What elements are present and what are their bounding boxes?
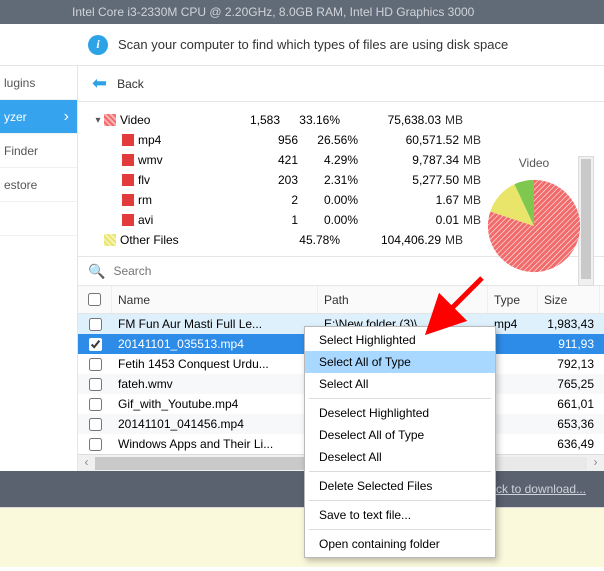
download-link[interactable]: ick to download...	[493, 482, 586, 496]
footer-bar: ick to download...	[0, 471, 604, 507]
row-checkbox[interactable]	[89, 358, 102, 371]
context-menu-item[interactable]: Deselect All of Type	[305, 424, 495, 446]
cell-name: 20141101_035513.mp4	[112, 337, 318, 351]
tree-row[interactable]: ▾Video1,58333.16%75,638.03MB	[78, 110, 604, 130]
info-bar: i Scan your computer to find which types…	[0, 24, 604, 66]
system-info: Intel Core i3-2330M CPU @ 2.20GHz, 8.0GB…	[72, 5, 474, 19]
sidebar-item[interactable]	[0, 202, 77, 236]
context-menu-item[interactable]: Save to text file...	[305, 504, 495, 526]
context-menu-separator	[309, 529, 491, 530]
cell-size: 792,13	[538, 357, 600, 371]
context-menu-item[interactable]: Select All	[305, 373, 495, 395]
row-checkbox[interactable]	[89, 318, 102, 331]
context-menu-item[interactable]: Select Highlighted	[305, 329, 495, 351]
search-icon: 🔍	[88, 263, 105, 280]
tree-row[interactable]: mp495626.56%60,571.52MB	[78, 130, 604, 150]
row-checkbox[interactable]	[89, 398, 102, 411]
context-menu-item[interactable]: Delete Selected Files	[305, 475, 495, 497]
back-arrow-icon[interactable]: ⬅	[92, 73, 107, 94]
cell-name: fateh.wmv	[112, 377, 318, 391]
info-text: Scan your computer to find which types o…	[118, 37, 508, 52]
info-icon: i	[88, 35, 108, 55]
sidebar-item[interactable]: Finder	[0, 134, 77, 168]
cell-name: Fetih 1453 Conquest Urdu...	[112, 357, 318, 371]
cell-size: 1,983,43	[538, 317, 600, 331]
header-name[interactable]: Name	[112, 286, 318, 313]
header-size[interactable]: Size	[538, 286, 600, 313]
color-swatch	[122, 194, 134, 206]
cell-name: FM Fun Aur Masti Full Le...	[112, 317, 318, 331]
sidebar-item[interactable]: estore	[0, 168, 77, 202]
title-bar: Intel Core i3-2330M CPU @ 2.20GHz, 8.0GB…	[0, 0, 604, 24]
context-menu: Select HighlightedSelect All of TypeSele…	[304, 326, 496, 558]
row-checkbox[interactable]	[89, 438, 102, 451]
row-checkbox[interactable]	[89, 378, 102, 391]
color-swatch	[122, 174, 134, 186]
sidebar-item[interactable]: lugins	[0, 66, 77, 100]
context-menu-item[interactable]: Deselect Highlighted	[305, 402, 495, 424]
color-swatch	[122, 214, 134, 226]
pie-chart-panel: Video	[474, 156, 594, 277]
header-checkbox[interactable]	[78, 286, 112, 313]
context-menu-separator	[309, 500, 491, 501]
pie-chart	[486, 178, 582, 274]
cell-size: 653,36	[538, 417, 600, 431]
cell-name: Gif_with_Youtube.mp4	[112, 397, 318, 411]
cell-size: 636,49	[538, 437, 600, 451]
sidebar: luginsyzerFinderestore	[0, 66, 78, 471]
cell-size: 661,01	[538, 397, 600, 411]
cell-name: Windows Apps and Their Li...	[112, 437, 318, 451]
header-type[interactable]: Type	[488, 286, 538, 313]
context-menu-separator	[309, 398, 491, 399]
color-swatch	[122, 154, 134, 166]
pie-label: Video	[474, 156, 594, 170]
sidebar-item[interactable]: yzer	[0, 100, 77, 134]
row-checkbox[interactable]	[89, 418, 102, 431]
scroll-right-icon[interactable]: ›	[587, 455, 604, 472]
color-swatch	[122, 134, 134, 146]
row-checkbox[interactable]	[89, 338, 102, 351]
scroll-left-icon[interactable]: ‹	[78, 455, 95, 472]
cell-size: 765,25	[538, 377, 600, 391]
header-path[interactable]: Path	[318, 286, 488, 313]
context-menu-item[interactable]: Deselect All	[305, 446, 495, 468]
cell-name: 20141101_041456.mp4	[112, 417, 318, 431]
color-swatch	[104, 234, 116, 246]
context-menu-item[interactable]: Select All of Type	[305, 351, 495, 373]
back-label[interactable]: Back	[117, 77, 144, 91]
context-menu-separator	[309, 471, 491, 472]
context-menu-item[interactable]: Open containing folder	[305, 533, 495, 555]
color-swatch	[104, 114, 116, 126]
table-header: Name Path Type Size	[78, 286, 604, 314]
cell-size: 911,93	[538, 337, 600, 351]
bottom-strip	[0, 507, 604, 567]
back-row: ⬅ Back	[78, 66, 604, 102]
